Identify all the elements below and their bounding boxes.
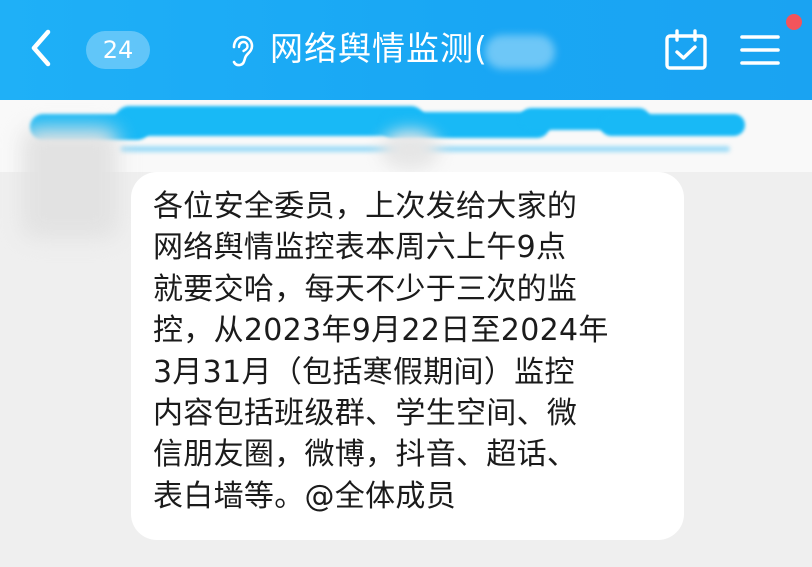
hamburger-menu-icon — [740, 35, 780, 65]
unread-count-badge[interactable]: 24 — [86, 31, 150, 69]
chat-title: 网络舆情监测( — [270, 29, 488, 68]
redaction-scribble — [600, 114, 745, 136]
back-button[interactable] — [20, 22, 64, 74]
redacted-title-part — [485, 35, 555, 69]
redaction-smudge — [380, 130, 440, 170]
message-text: 各位安全委员，上次发给大家的 网络舆情监控表本周六上午9点 就要交哈，每天不少于… — [153, 189, 609, 514]
message-bubble[interactable]: 各位安全委员，上次发给大家的 网络舆情监控表本周六上午9点 就要交哈，每天不少于… — [131, 172, 684, 540]
chat-header: 24 网络舆情监测( — [0, 0, 812, 100]
redacted-notice-bar — [0, 100, 812, 172]
chevron-left-icon — [31, 29, 51, 67]
notification-dot — [786, 14, 802, 30]
calendar-check-icon — [665, 29, 707, 70]
ear-icon[interactable] — [226, 34, 256, 68]
menu-button[interactable] — [734, 26, 786, 74]
blurred-avatar[interactable] — [22, 128, 118, 238]
redaction-scribble — [115, 106, 425, 136]
calendar-button[interactable] — [662, 26, 710, 74]
